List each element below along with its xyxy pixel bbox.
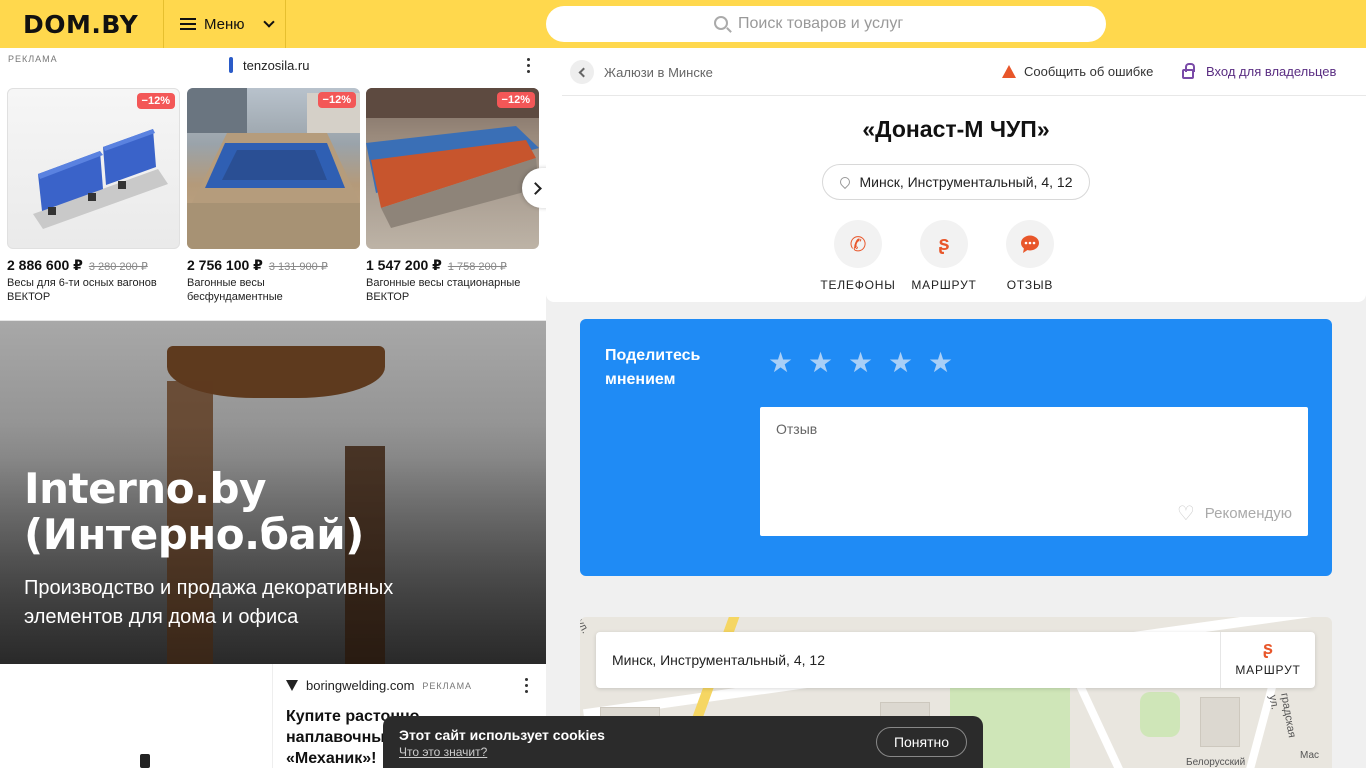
product-name: Вагонные весы стационарные ВЕКТОР bbox=[366, 277, 521, 303]
star-icon[interactable]: ★ bbox=[768, 349, 793, 377]
chevron-down-icon bbox=[262, 16, 275, 28]
site-header: DOM.BY Меню bbox=[0, 0, 1366, 48]
map-address-bar: Минск, Инструментальный, 4, 12 ʂ МАРШРУТ bbox=[596, 632, 1315, 688]
route-icon: ʂ bbox=[1262, 638, 1273, 658]
search-icon bbox=[714, 15, 728, 30]
ad-favicon-icon bbox=[286, 680, 298, 691]
discount-badge: −12% bbox=[317, 92, 356, 108]
product-price: 2 756 100 ₽ 3 131 900 ₽ bbox=[187, 257, 328, 273]
menu-button[interactable]: Меню bbox=[163, 0, 286, 48]
banner-title: Interno.by (Интерно.бай) bbox=[24, 464, 364, 559]
report-error-link[interactable]: Сообщить об ошибке bbox=[1002, 64, 1153, 79]
ad-domain-text: tenzosila.ru bbox=[243, 57, 310, 73]
breadcrumb-label: Жалюзи в Минске bbox=[604, 64, 713, 80]
review-heading: Поделитесь мнением bbox=[605, 347, 701, 388]
product-name: Вагонные весы бесфундаментные bbox=[187, 277, 283, 303]
ad-more-icon[interactable] bbox=[527, 58, 531, 74]
ad-block-products: РЕКЛАМА tenzosila.ru −12% 2 886 600 ₽ 3 … bbox=[0, 48, 552, 321]
star-icon[interactable]: ★ bbox=[848, 349, 873, 377]
phones-button[interactable]: ✆ ТЕЛЕФОНЫ bbox=[818, 220, 898, 292]
divider bbox=[562, 95, 1366, 96]
map-pin-icon bbox=[837, 174, 852, 190]
review-label: ОТЗЫВ bbox=[1006, 278, 1054, 292]
ad-favicon-icon bbox=[229, 57, 233, 73]
cookie-banner: Этот сайт использует cookies Что это зна… bbox=[383, 716, 983, 768]
product-image: −12% bbox=[366, 88, 539, 249]
cookie-text: Этот сайт использует cookies bbox=[399, 727, 605, 743]
company-card: Жалюзи в Минске Сообщить об ошибке Вход … bbox=[546, 48, 1366, 302]
site-logo[interactable]: DOM.BY bbox=[23, 10, 138, 39]
cookie-info-link[interactable]: Что это значит? bbox=[399, 745, 487, 759]
map-poi-label: Белорусский bbox=[1186, 757, 1246, 768]
chat-icon bbox=[1006, 220, 1054, 268]
map-poi-label: Мас bbox=[1300, 750, 1320, 761]
address-text: Минск, Инструментальный, 4, 12 bbox=[859, 174, 1073, 190]
star-icon[interactable]: ★ bbox=[808, 349, 833, 377]
owner-login-link[interactable]: Вход для владельцев bbox=[1182, 62, 1337, 79]
map-street-label: ул. bbox=[580, 617, 592, 636]
rating-stars[interactable]: ★ ★ ★ ★ ★ bbox=[768, 349, 953, 377]
ad-more-icon[interactable] bbox=[525, 678, 529, 694]
hamburger-icon bbox=[180, 18, 196, 30]
review-button[interactable]: ОТЗЫВ bbox=[990, 220, 1070, 292]
ad-product-card[interactable]: −12% 2 886 600 ₽ 3 280 200 ₽ Весы для 6-… bbox=[7, 88, 180, 304]
chevron-right-icon bbox=[528, 181, 542, 195]
phones-label: ТЕЛЕФОНЫ bbox=[820, 278, 896, 292]
map-address-text: Минск, Инструментальный, 4, 12 bbox=[612, 652, 825, 668]
ad-label: РЕКЛАМА bbox=[422, 680, 473, 691]
cookie-accept-button[interactable]: Понятно bbox=[876, 727, 967, 757]
search-bar[interactable] bbox=[546, 6, 1106, 42]
ad-image bbox=[0, 664, 273, 768]
route-button[interactable]: ʂ МАРШРУТ bbox=[904, 220, 984, 292]
address-button[interactable]: Минск, Инструментальный, 4, 12 bbox=[822, 164, 1090, 200]
ad-domain-link[interactable]: tenzosila.ru bbox=[229, 57, 309, 73]
ad-product-card[interactable]: −12% 1 547 200 ₽ 1 758 200 ₽ Вагонные ве… bbox=[366, 88, 539, 304]
map-route-label: МАРШРУТ bbox=[1235, 663, 1301, 677]
review-form: Поделитесь мнением ★ ★ ★ ★ ★ ♡ Рекоменду… bbox=[580, 319, 1332, 576]
recommend-toggle[interactable]: ♡ Рекомендую bbox=[1177, 501, 1292, 526]
menu-label: Меню bbox=[204, 15, 245, 33]
star-icon[interactable]: ★ bbox=[888, 349, 913, 377]
phone-icon: ✆ bbox=[834, 220, 882, 268]
search-input[interactable] bbox=[738, 15, 938, 33]
report-error-label: Сообщить об ошибке bbox=[1024, 64, 1154, 79]
discount-badge: −12% bbox=[496, 92, 535, 108]
product-old-price: 3 280 200 ₽ bbox=[88, 261, 148, 273]
page-title: «Донаст-М ЧУП» bbox=[862, 116, 1050, 142]
route-icon: ʂ bbox=[920, 220, 968, 268]
interno-banner[interactable]: Interno.by (Интерно.бай) Производство и … bbox=[0, 321, 546, 664]
ad-domain-link[interactable]: boringwelding.com РЕКЛАМА bbox=[286, 678, 472, 693]
review-textarea-wrap: ♡ Рекомендую bbox=[760, 407, 1308, 536]
owner-login-label: Вход для владельцев bbox=[1206, 64, 1337, 79]
map-route-button[interactable]: ʂ МАРШРУТ bbox=[1220, 632, 1315, 688]
breadcrumb[interactable]: Жалюзи в Минске bbox=[570, 60, 713, 84]
product-old-price: 1 758 200 ₽ bbox=[447, 261, 507, 273]
lock-icon bbox=[1182, 62, 1195, 79]
warning-icon bbox=[1002, 65, 1016, 78]
route-label: МАРШРУТ bbox=[911, 278, 977, 292]
map-street-label: градская ул. bbox=[1266, 692, 1298, 739]
star-icon[interactable]: ★ bbox=[928, 349, 953, 377]
heart-icon: ♡ bbox=[1176, 503, 1195, 525]
banner-subtitle: Производство и продажа декоративных элем… bbox=[24, 577, 394, 628]
ad-label: РЕКЛАМА bbox=[8, 54, 58, 64]
product-price: 1 547 200 ₽ 1 758 200 ₽ bbox=[366, 257, 507, 273]
product-image: −12% bbox=[187, 88, 360, 249]
product-price: 2 886 600 ₽ 3 280 200 ₽ bbox=[7, 257, 148, 273]
product-name: Весы для 6-ти осных вагонов ВЕКТОР bbox=[7, 277, 157, 303]
recommend-label: Рекомендую bbox=[1204, 505, 1292, 522]
discount-badge: −12% bbox=[136, 93, 175, 109]
back-icon bbox=[570, 60, 594, 84]
ad-product-card[interactable]: −12% 2 756 100 ₽ 3 131 900 ₽ Вагонные ве… bbox=[187, 88, 360, 304]
ad-domain-text: boringwelding.com bbox=[306, 678, 415, 693]
product-old-price: 3 131 900 ₽ bbox=[268, 261, 328, 273]
product-image: −12% bbox=[7, 88, 180, 249]
